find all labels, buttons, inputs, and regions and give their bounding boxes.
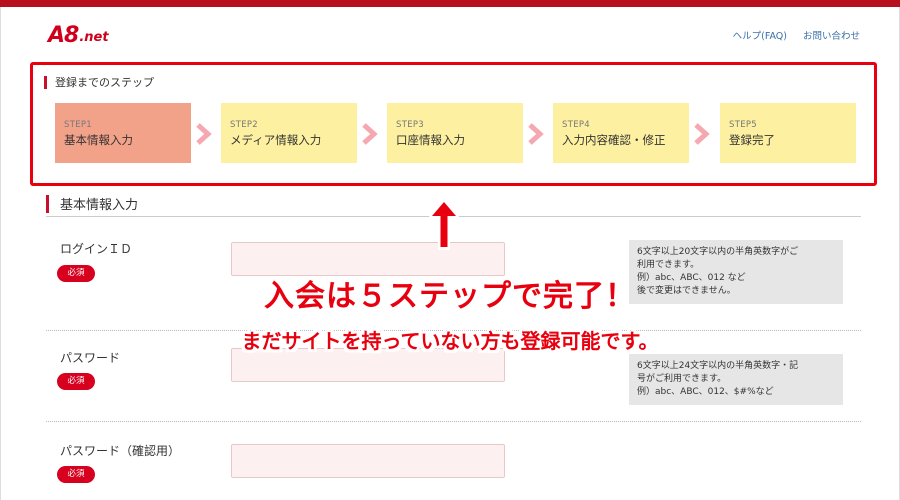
login-id-help: 6文字以上20文字以内の半角英数字がご 利用できます。 例）abc、ABC、01…	[629, 240, 843, 304]
step-label: 基本情報入力	[64, 133, 133, 147]
step-label: 口座情報入力	[396, 133, 465, 147]
password-label: パスワード	[60, 351, 121, 365]
a8net-logo[interactable]: A8 .net	[48, 18, 109, 48]
row-divider	[46, 330, 861, 331]
chevron-right-icon	[528, 123, 544, 145]
login-id-label: ログインＩＤ	[60, 242, 133, 256]
step-1: STEP1 基本情報入力	[55, 103, 191, 163]
steps-title: 登録までのステップ	[44, 76, 154, 89]
chevron-right-icon	[362, 123, 378, 145]
step-label: 登録完了	[729, 133, 775, 147]
step-number: STEP1	[64, 120, 92, 130]
step-number: STEP3	[396, 120, 424, 130]
row-divider	[46, 421, 861, 422]
step-5: STEP5 登録完了	[720, 103, 856, 163]
logo-suffix: .net	[79, 30, 109, 45]
section-accent-bar	[46, 195, 49, 213]
required-badge: 必須	[57, 466, 95, 483]
password-input[interactable]	[231, 348, 505, 382]
header-links: ヘルプ(FAQ) お問い合わせ	[733, 28, 860, 42]
password-confirm-label: パスワード（確認用）	[60, 444, 181, 458]
password-confirm-input[interactable]	[231, 444, 505, 478]
step-number: STEP5	[729, 120, 757, 130]
top-accent-bar	[0, 0, 900, 7]
step-3: STEP3 口座情報入力	[387, 103, 523, 163]
help-faq-link[interactable]: ヘルプ(FAQ)	[733, 28, 787, 42]
step-number: STEP2	[230, 120, 258, 130]
chevron-right-icon	[694, 123, 710, 145]
step-label: メディア情報入力	[230, 133, 322, 147]
section-title: 基本情報入力	[60, 198, 139, 213]
logo-main: A8	[48, 23, 79, 48]
step-number: STEP4	[562, 120, 590, 130]
arrow-up-icon	[428, 198, 460, 250]
password-help: 6文字以上24文字以内の半角英数字・記 号がご利用できます。 例）abc、ABC…	[629, 354, 843, 405]
step-4: STEP4 入力内容確認・修正	[553, 103, 689, 163]
chevron-right-icon	[196, 123, 212, 145]
step-2: STEP2 メディア情報入力	[221, 103, 357, 163]
step-label: 入力内容確認・修正	[562, 133, 666, 147]
contact-link[interactable]: お問い合わせ	[803, 28, 860, 42]
required-badge: 必須	[57, 265, 95, 282]
required-badge: 必須	[57, 373, 95, 390]
